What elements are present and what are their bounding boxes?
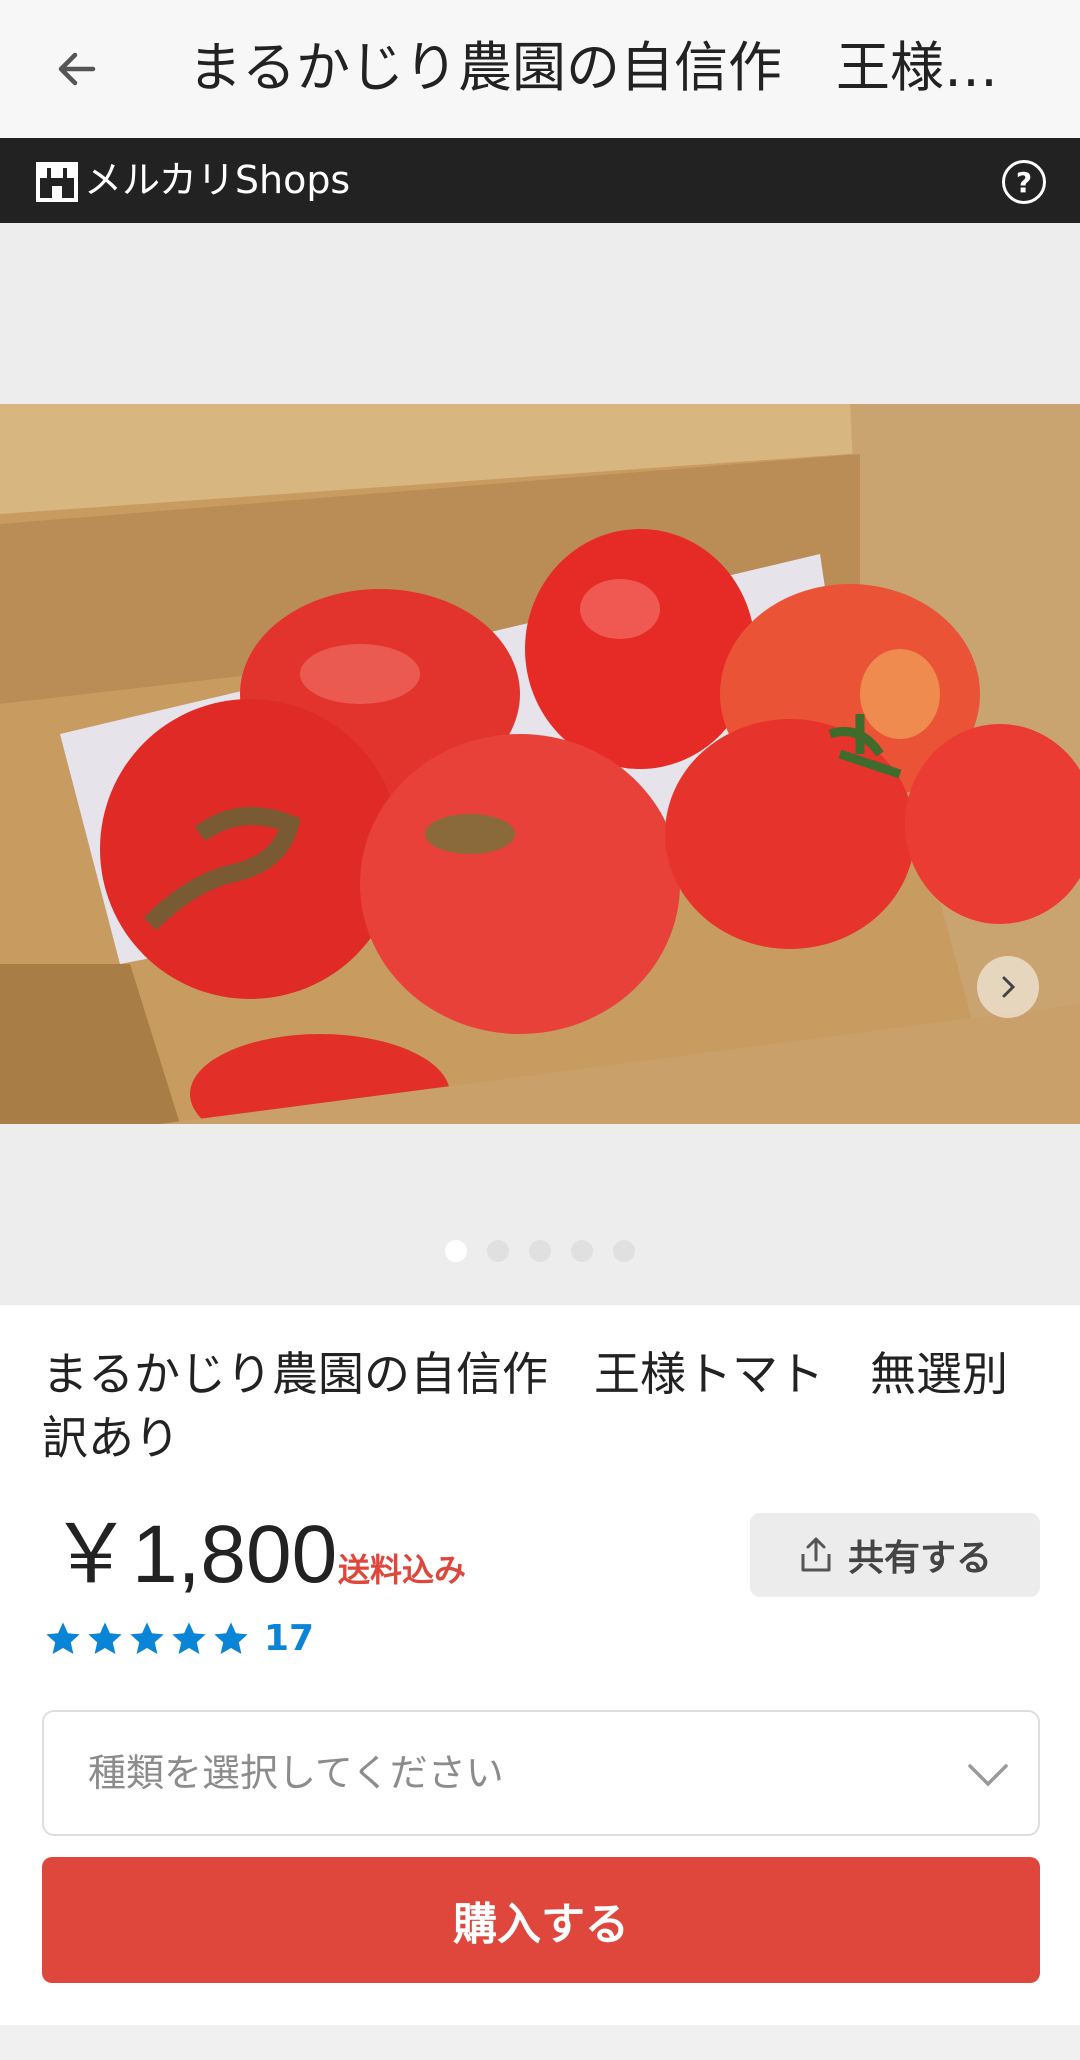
app-header: まるかじり農園の自信作 王様…: [0, 0, 1080, 138]
image-gallery[interactable]: [0, 223, 1080, 1305]
chevron-down-icon: [968, 1764, 1008, 1787]
variant-select-placeholder: 種類を選択してください: [88, 1751, 504, 1795]
chevron-right-icon: [1002, 976, 1016, 998]
help-icon: ?: [1015, 165, 1033, 199]
pagination-dot[interactable]: [571, 1240, 593, 1262]
star-icon: [172, 1621, 206, 1654]
product-price: ￥1,800: [50, 1509, 338, 1600]
back-button[interactable]: [42, 34, 112, 104]
share-button[interactable]: 共有する: [750, 1513, 1040, 1597]
share-label: 共有する: [847, 1538, 992, 1579]
buy-button[interactable]: 購入する: [42, 1857, 1040, 1983]
shops-bar: メルカリShops: [0, 138, 1080, 223]
pagination-dot[interactable]: [613, 1240, 635, 1262]
rating[interactable]: 17: [44, 1618, 314, 1659]
page-title: まるかじり農園の自信作 王様…: [188, 36, 998, 99]
arrow-left-icon: [58, 52, 96, 86]
product-title: まるかじり農園の自信作 王様トマト 無選別訳あり: [42, 1347, 1008, 1465]
share-icon: [801, 1537, 831, 1572]
pagination-dot[interactable]: [529, 1240, 551, 1262]
shipping-label: 送料込み: [338, 1551, 467, 1589]
tomato-box-image: [0, 404, 1080, 1124]
pagination-dot[interactable]: [445, 1240, 467, 1262]
bottom-spacer: [0, 2025, 1080, 2060]
shops-label: メルカリShops: [84, 158, 351, 202]
star-icon: [214, 1621, 248, 1654]
review-count: 17: [264, 1618, 315, 1659]
star-icon: [130, 1621, 164, 1654]
next-image-button[interactable]: [977, 956, 1039, 1018]
help-button[interactable]: ?: [1002, 160, 1046, 204]
product-photo[interactable]: [0, 404, 1080, 1124]
variant-select[interactable]: 種類を選択してください: [42, 1710, 1040, 1836]
star-icon: [46, 1621, 80, 1654]
star-icon: [88, 1621, 122, 1654]
store-icon: [36, 162, 78, 202]
gallery-pagination: [0, 1240, 1080, 1264]
pagination-dot[interactable]: [487, 1240, 509, 1262]
